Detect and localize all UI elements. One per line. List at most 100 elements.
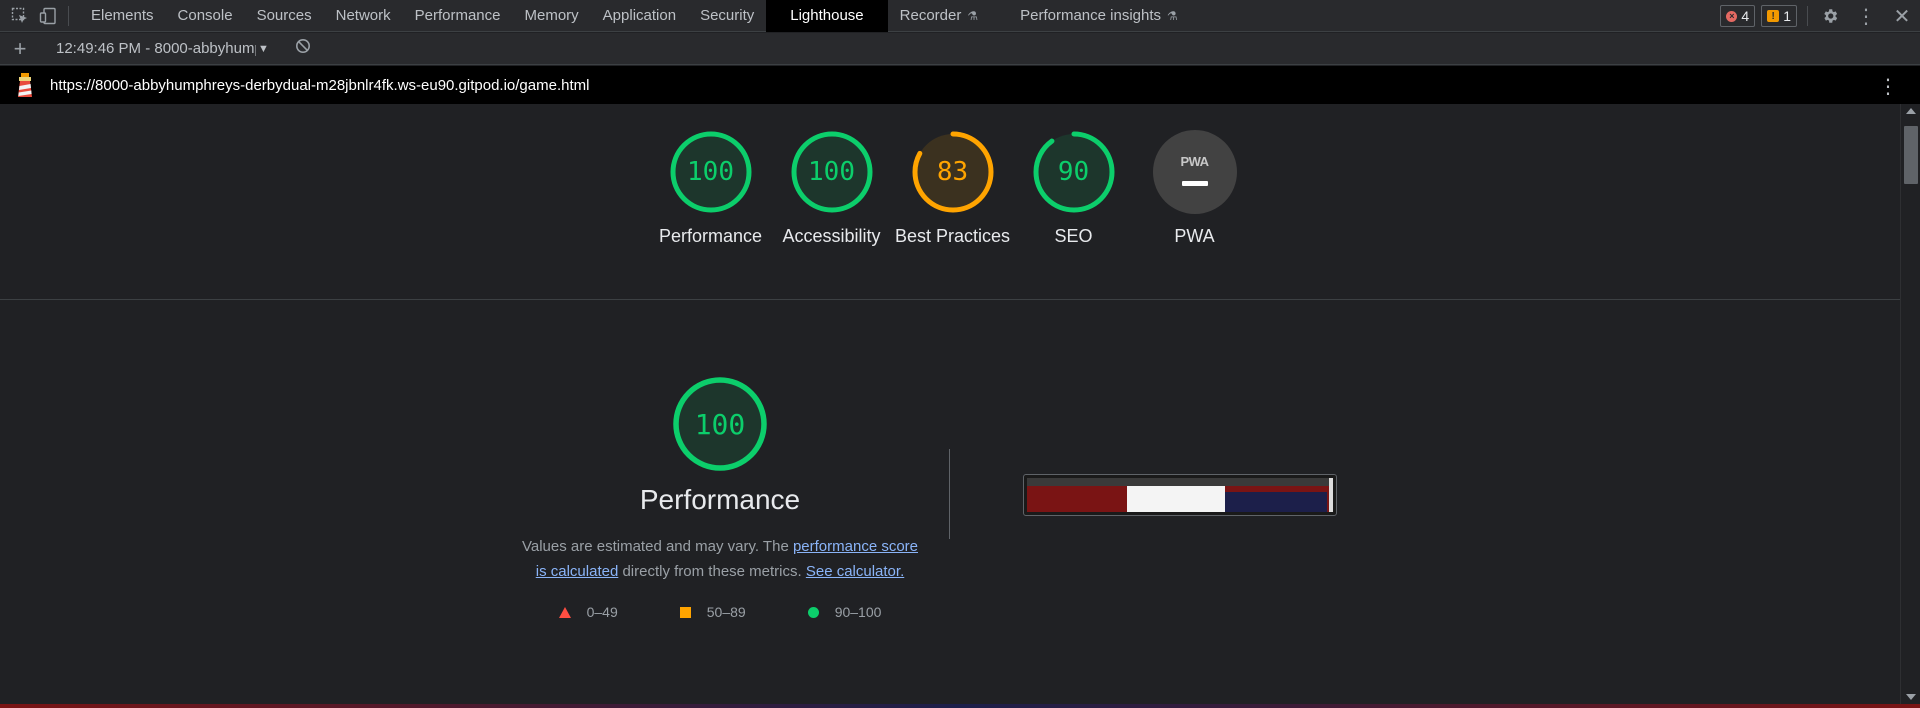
report-selector[interactable]: 12:49:46 PM - 8000-abbyhumphreys-derbydu… xyxy=(56,40,269,57)
fail-triangle-icon xyxy=(558,606,571,618)
tab-label: Security xyxy=(700,7,755,24)
score-label: Accessibility xyxy=(782,226,881,246)
more-options-icon[interactable]: ⋮ xyxy=(1848,0,1884,32)
tab-memory[interactable]: Memory xyxy=(513,0,591,32)
score-gauge: 100 xyxy=(790,130,874,214)
experiment-flask-icon: ⚗ xyxy=(967,8,979,23)
see-calculator-link[interactable]: See calculator. xyxy=(806,563,904,580)
tab-label: Performance insights xyxy=(1020,7,1162,24)
tab-recorder[interactable]: Recorder ⚗ xyxy=(888,0,1008,32)
screenshot-navbar xyxy=(1027,478,1333,486)
tab-sources[interactable]: Sources xyxy=(245,0,324,32)
settings-gear-icon[interactable] xyxy=(1812,0,1848,32)
legend-range: 0–49 xyxy=(586,604,618,620)
score-value: 90 xyxy=(1057,157,1090,187)
score-label: SEO xyxy=(1054,226,1093,246)
inspect-element-icon[interactable] xyxy=(10,6,30,26)
performance-gauge: 100 xyxy=(672,376,768,472)
tab-label: Performance xyxy=(414,7,501,24)
tab-console[interactable]: Console xyxy=(166,0,245,32)
lighthouse-logo-icon xyxy=(0,73,50,97)
legend-range: 50–89 xyxy=(706,604,746,620)
scroll-up-arrow-icon[interactable] xyxy=(1906,108,1916,114)
score-value: 83 xyxy=(936,157,969,187)
warning-count: 1 xyxy=(1783,8,1791,24)
warning-icon: ! xyxy=(1767,10,1780,22)
error-count: 4 xyxy=(1741,8,1750,24)
new-report-plus-icon[interactable]: + xyxy=(0,36,40,62)
legend-average: 50–89 xyxy=(679,604,746,620)
tab-performance[interactable]: Performance xyxy=(403,0,513,32)
tab-label: Elements xyxy=(91,7,154,24)
screenshot-modal xyxy=(1127,486,1225,512)
score-label: PWA xyxy=(1174,226,1215,246)
tab-performance-insights[interactable]: Performance insights ⚗ xyxy=(1008,0,1190,32)
report-menu-icon[interactable]: ⋮ xyxy=(1878,74,1898,99)
tab-label: Sources xyxy=(256,7,312,24)
experiment-flask-icon: ⚗ xyxy=(1167,8,1178,23)
performance-description: Values are estimated and may vary. The p… xyxy=(520,534,920,584)
tab-label: Memory xyxy=(524,7,579,24)
tab-security[interactable]: Security xyxy=(688,0,766,32)
desc-text: Values are estimated and may vary. The xyxy=(521,538,793,555)
score-scale-legend: 0–49 50–89 90–100 xyxy=(558,604,882,620)
score-value: 100 xyxy=(687,157,734,187)
legend-fail: 0–49 xyxy=(558,604,618,620)
performance-title: Performance xyxy=(639,484,801,515)
report-scrollbar[interactable] xyxy=(1900,104,1920,704)
devtools-tab-bar: Elements Console Sources Network Perform… xyxy=(0,0,1920,32)
screenshot-image xyxy=(1027,478,1333,512)
score-gauge: 90 xyxy=(1032,130,1116,214)
performance-section: 100 Performance Values are estimated and… xyxy=(500,376,940,620)
pwa-badge-text: PWA xyxy=(1180,154,1209,169)
tab-label: Lighthouse xyxy=(790,7,864,24)
report-url-bar: https://8000-abbyhumphreys-derbydual-m28… xyxy=(0,66,1920,104)
score-accessibility[interactable]: 100 Accessibility xyxy=(771,130,892,249)
average-square-icon xyxy=(679,606,691,618)
error-count-badge[interactable]: × 4 xyxy=(1720,5,1756,27)
score-pwa[interactable]: PWA PWA xyxy=(1134,130,1255,249)
toolbar-separator xyxy=(1807,6,1808,26)
scrollbar-thumb[interactable] xyxy=(1904,126,1918,184)
performance-score-value: 100 xyxy=(694,407,746,441)
pass-circle-icon xyxy=(807,606,819,618)
score-best-practices[interactable]: 83 Best Practices xyxy=(892,130,1013,249)
page-bottom-edge xyxy=(0,704,1920,708)
error-icon: × xyxy=(1726,10,1738,22)
report-content: 100 Performance 100 Accessibility 83 Bes… xyxy=(0,104,1900,704)
lighthouse-toolbar: + 12:49:46 PM - 8000-abbyhumphreys-derby… xyxy=(0,33,1920,65)
toolbar-right: × 4 ! 1 ⋮ ✕ xyxy=(1720,0,1920,32)
legend-pass: 90–100 xyxy=(807,604,882,620)
toolbar-separator xyxy=(68,5,69,26)
desc-text: directly from these metrics. xyxy=(618,563,806,580)
screenshot-panel xyxy=(1225,492,1327,512)
tab-elements[interactable]: Elements xyxy=(79,0,166,32)
close-devtools-icon[interactable]: ✕ xyxy=(1884,0,1920,32)
pwa-badge-icon: PWA xyxy=(1152,130,1237,214)
tab-label: Network xyxy=(335,7,391,24)
scroll-down-arrow-icon[interactable] xyxy=(1906,694,1916,700)
legend-range: 90–100 xyxy=(834,604,882,620)
warning-count-badge[interactable]: ! 1 xyxy=(1761,5,1797,27)
score-seo[interactable]: 90 SEO xyxy=(1013,130,1134,249)
clear-reports-block-icon[interactable] xyxy=(295,38,311,59)
tab-lighthouse[interactable]: Lighthouse xyxy=(766,0,888,32)
score-label: Performance xyxy=(658,226,763,246)
audited-url[interactable]: https://8000-abbyhumphreys-derbydual-m28… xyxy=(50,77,589,94)
score-gauges: 100 Performance 100 Accessibility 83 Bes… xyxy=(650,130,1255,249)
report-selector-value: 12:49:46 PM - 8000-abbyhumphreys-derbydu… xyxy=(56,40,256,57)
section-divider xyxy=(0,299,1900,300)
tab-label: Application xyxy=(602,7,677,24)
device-toolbar-icon[interactable] xyxy=(38,6,58,26)
score-label: Best Practices xyxy=(894,226,1011,246)
tab-network[interactable]: Network xyxy=(324,0,403,32)
score-value: 100 xyxy=(808,157,855,187)
performance-vertical-divider xyxy=(949,449,950,539)
score-gauge: 83 xyxy=(911,130,995,214)
tab-label: Recorder xyxy=(899,7,962,24)
tab-application[interactable]: Application xyxy=(591,0,688,32)
final-screenshot-thumbnail[interactable] xyxy=(1023,474,1337,516)
dropdown-caret-icon: ▼ xyxy=(258,42,269,55)
screenshot-scrollbar xyxy=(1329,478,1333,512)
score-performance[interactable]: 100 Performance xyxy=(650,130,771,249)
